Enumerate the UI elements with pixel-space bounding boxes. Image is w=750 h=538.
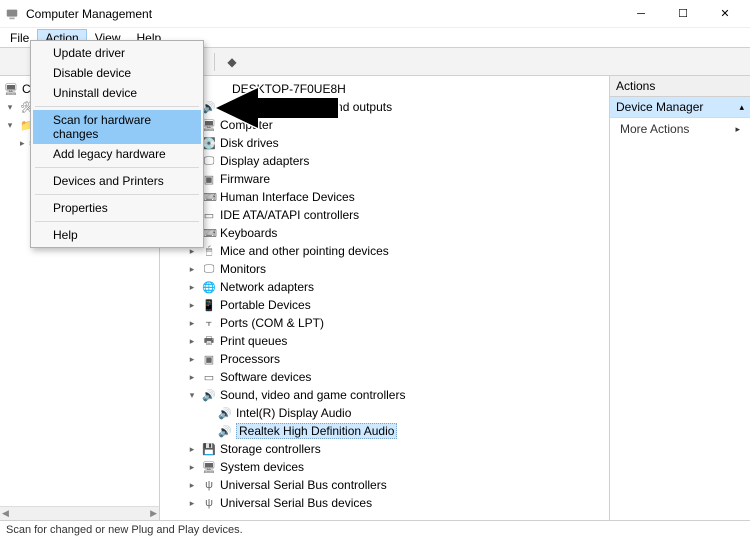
computer-icon: 🖥	[4, 82, 18, 96]
tree-label[interactable]: Print queues	[220, 334, 287, 348]
actions-selected[interactable]: Device Manager ▴	[610, 97, 750, 118]
cpu-icon: ▣	[202, 352, 216, 366]
tree-label[interactable]: Network adapters	[220, 280, 314, 294]
sound-icon: 🔊	[202, 388, 216, 402]
menu-properties[interactable]: Properties	[33, 198, 201, 218]
menu-disable-device[interactable]: Disable device	[33, 63, 201, 83]
tree-label[interactable]: System devices	[220, 460, 304, 474]
tree-label[interactable]: Processors	[220, 352, 280, 366]
status-bar: Scan for changed or new Plug and Play de…	[0, 520, 750, 538]
tree-label[interactable]: Portable Devices	[220, 298, 311, 312]
status-text: Scan for changed or new Plug and Play de…	[6, 524, 243, 536]
menu-scan-hardware[interactable]: Scan for hardware changes	[33, 110, 201, 144]
menu-update-driver[interactable]: Update driver	[33, 43, 201, 63]
menu-devices-printers[interactable]: Devices and Printers	[33, 171, 201, 191]
minimize-button[interactable]: ─	[620, 0, 662, 28]
menu-help-item[interactable]: Help	[33, 225, 201, 245]
action-more[interactable]: More Actions ▸	[610, 118, 750, 140]
ports-icon: ⫟	[202, 316, 216, 330]
tree-label[interactable]: Firmware	[220, 172, 270, 186]
tree-label[interactable]: Sound, video and game controllers	[220, 388, 405, 402]
expander-icon[interactable]: ▾	[4, 120, 16, 131]
maximize-button[interactable]: ☐	[662, 0, 704, 28]
action-menu-dropdown: Update driver Disable device Uninstall d…	[30, 40, 204, 248]
actions-pane: Actions Device Manager ▴ More Actions ▸	[610, 76, 750, 520]
tree-label[interactable]: Monitors	[220, 262, 266, 276]
usb-icon: ψ	[202, 478, 216, 492]
tree-label[interactable]: IDE ATA/ATAPI controllers	[220, 208, 359, 222]
expander-icon[interactable]: ▸	[20, 138, 25, 149]
actions-header: Actions	[610, 76, 750, 97]
menu-add-legacy[interactable]: Add legacy hardware	[33, 144, 201, 164]
close-button[interactable]: ✕	[704, 0, 746, 28]
toolbar-icon[interactable]: ◆	[223, 53, 241, 71]
tree-label[interactable]: Storage controllers	[220, 442, 321, 456]
menu-uninstall-device[interactable]: Uninstall device	[33, 83, 201, 103]
tree-label[interactable]: Universal Serial Bus controllers	[220, 478, 387, 492]
expander-icon[interactable]: ▾	[186, 390, 198, 401]
tree-label[interactable]: Human Interface Devices	[220, 190, 355, 204]
usb-icon: ψ	[202, 496, 216, 510]
window-title: Computer Management	[26, 7, 152, 21]
tree-label[interactable]: Ports (COM & LPT)	[220, 316, 324, 330]
tree-label[interactable]: Software devices	[220, 370, 311, 384]
tree-label-selected[interactable]: Realtek High Definition Audio	[236, 423, 397, 439]
system-icon: 🖥	[202, 460, 216, 474]
mouse-icon: 🖱	[202, 244, 216, 258]
audio-device-icon: 🔊	[218, 424, 232, 438]
audio-device-icon: 🔊	[218, 406, 232, 420]
tree-label[interactable]: Intel(R) Display Audio	[236, 406, 351, 420]
storage-icon: 💾	[202, 442, 216, 456]
tree-label[interactable]: Disk drives	[220, 136, 279, 150]
display-icon: 🖵	[202, 154, 216, 168]
app-icon	[4, 6, 20, 22]
expander-icon[interactable]: ▾	[4, 102, 16, 113]
software-icon: ▭	[202, 370, 216, 384]
menu-separator	[35, 167, 199, 168]
tree-label[interactable]: Mice and other pointing devices	[220, 244, 389, 258]
action-label: More Actions	[620, 122, 689, 136]
hid-icon: ⌨	[202, 190, 216, 204]
portable-icon: 📱	[202, 298, 216, 312]
chip-icon: ▣	[202, 172, 216, 186]
keyboard-icon: ⌨	[202, 226, 216, 240]
device-tree-pane[interactable]: ▾ 🖥 DESKTOP-7F0UE8H ▸🔊Audio inputs and o…	[160, 76, 610, 520]
disk-icon: 💽	[202, 136, 216, 150]
printer-icon: 🖶	[202, 334, 216, 348]
menu-separator	[35, 194, 199, 195]
network-icon: 🌐	[202, 280, 216, 294]
annotation-arrow-icon	[210, 86, 340, 133]
menu-separator	[35, 106, 199, 107]
title-bar: Computer Management ─ ☐ ✕	[0, 0, 750, 28]
tree-label[interactable]: Display adapters	[220, 154, 309, 168]
monitor-icon: 🖵	[202, 262, 216, 276]
actions-selected-label: Device Manager	[616, 100, 703, 114]
ide-icon: ▭	[202, 208, 216, 222]
chevron-right-icon: ▸	[735, 124, 740, 135]
tree-label[interactable]: Universal Serial Bus devices	[220, 496, 372, 510]
horizontal-scrollbar[interactable]: ◀▶	[0, 506, 159, 520]
tree-label[interactable]: Keyboards	[220, 226, 277, 240]
collapse-icon[interactable]: ▴	[739, 102, 744, 113]
menu-separator	[35, 221, 199, 222]
